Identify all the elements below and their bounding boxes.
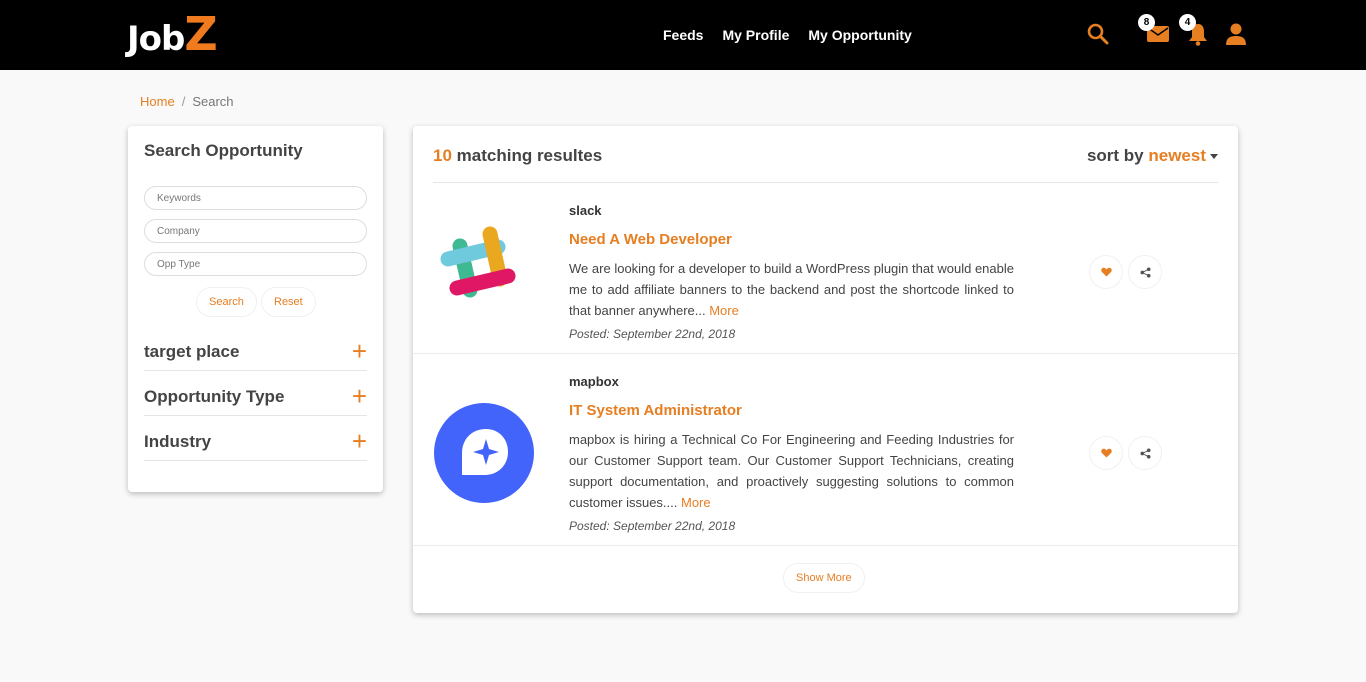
filter-label: Industry bbox=[144, 432, 212, 451]
user-icon[interactable] bbox=[1225, 22, 1251, 48]
sort-dropdown[interactable]: sort by newest bbox=[1087, 146, 1218, 166]
job-title-link[interactable]: IT System Administrator bbox=[569, 402, 742, 419]
nav-my-profile[interactable]: My Profile bbox=[722, 27, 789, 43]
heart-icon bbox=[1100, 267, 1112, 277]
favorite-button[interactable] bbox=[1089, 436, 1123, 470]
result-count: 10 matching resultes bbox=[433, 146, 603, 165]
job-title-link[interactable]: Need A Web Developer bbox=[569, 231, 732, 248]
share-button[interactable] bbox=[1128, 255, 1162, 289]
breadcrumb: Home / Search bbox=[140, 94, 234, 109]
more-link[interactable]: More bbox=[709, 303, 739, 318]
mapbox-logo bbox=[433, 402, 535, 504]
messages-badge: 8 bbox=[1138, 14, 1155, 31]
nav-my-opportunity[interactable]: My Opportunity bbox=[808, 27, 911, 43]
search-panel: Search Opportunity Search Reset target p… bbox=[128, 126, 383, 492]
opp-type-input[interactable] bbox=[144, 252, 367, 276]
main-nav: Feeds My Profile My Opportunity bbox=[663, 27, 912, 43]
share-icon bbox=[1139, 447, 1151, 459]
posted-date: Posted: September 22nd, 2018 bbox=[569, 519, 736, 533]
expand-plus-icon[interactable]: + bbox=[352, 338, 367, 364]
messages-button[interactable]: 8 bbox=[1138, 14, 1172, 48]
filter-industry[interactable]: Industry + bbox=[144, 416, 367, 461]
share-icon bbox=[1139, 266, 1151, 278]
share-button[interactable] bbox=[1128, 436, 1162, 470]
notifications-badge: 4 bbox=[1179, 14, 1196, 31]
company-input[interactable] bbox=[144, 219, 367, 243]
filter-label: target place bbox=[144, 342, 240, 361]
reset-button[interactable]: Reset bbox=[261, 287, 316, 317]
caret-down-icon bbox=[1210, 154, 1218, 160]
job-description: We are looking for a developer to build … bbox=[569, 261, 1014, 318]
job-card: mapbox IT System Administrator mapbox is… bbox=[413, 354, 1238, 546]
notifications-button[interactable]: 4 bbox=[1179, 14, 1213, 48]
slack-logo bbox=[433, 219, 535, 321]
favorite-button[interactable] bbox=[1089, 255, 1123, 289]
company-name: slack bbox=[569, 203, 602, 218]
breadcrumb-home[interactable]: Home bbox=[140, 94, 175, 109]
job-card: slack Need A Web Developer We are lookin… bbox=[413, 183, 1238, 354]
filter-opportunity-type[interactable]: Opportunity Type + bbox=[144, 371, 367, 416]
posted-date: Posted: September 22nd, 2018 bbox=[569, 327, 736, 341]
expand-plus-icon[interactable]: + bbox=[352, 383, 367, 409]
top-navbar: JobZ Feeds My Profile My Opportunity 8 4 bbox=[0, 0, 1366, 70]
breadcrumb-separator: / bbox=[181, 94, 186, 109]
heart-icon bbox=[1100, 448, 1112, 458]
results-panel: 10 matching resultes sort by newest slac… bbox=[413, 126, 1238, 613]
company-name: mapbox bbox=[569, 374, 619, 389]
show-more-button[interactable]: Show More bbox=[783, 563, 865, 593]
job-description: mapbox is hiring a Technical Co For Engi… bbox=[569, 432, 1014, 510]
brand-logo[interactable]: JobZ bbox=[127, 11, 218, 61]
filter-label: Opportunity Type bbox=[144, 387, 285, 406]
more-link[interactable]: More bbox=[681, 495, 711, 510]
filter-target-place[interactable]: target place + bbox=[144, 326, 367, 371]
breadcrumb-current: Search bbox=[192, 94, 234, 109]
search-icon[interactable] bbox=[1086, 22, 1112, 48]
search-button[interactable]: Search bbox=[196, 287, 257, 317]
search-panel-title: Search Opportunity bbox=[144, 141, 303, 160]
nav-feeds[interactable]: Feeds bbox=[663, 27, 703, 43]
expand-plus-icon[interactable]: + bbox=[352, 428, 367, 454]
keywords-input[interactable] bbox=[144, 186, 367, 210]
